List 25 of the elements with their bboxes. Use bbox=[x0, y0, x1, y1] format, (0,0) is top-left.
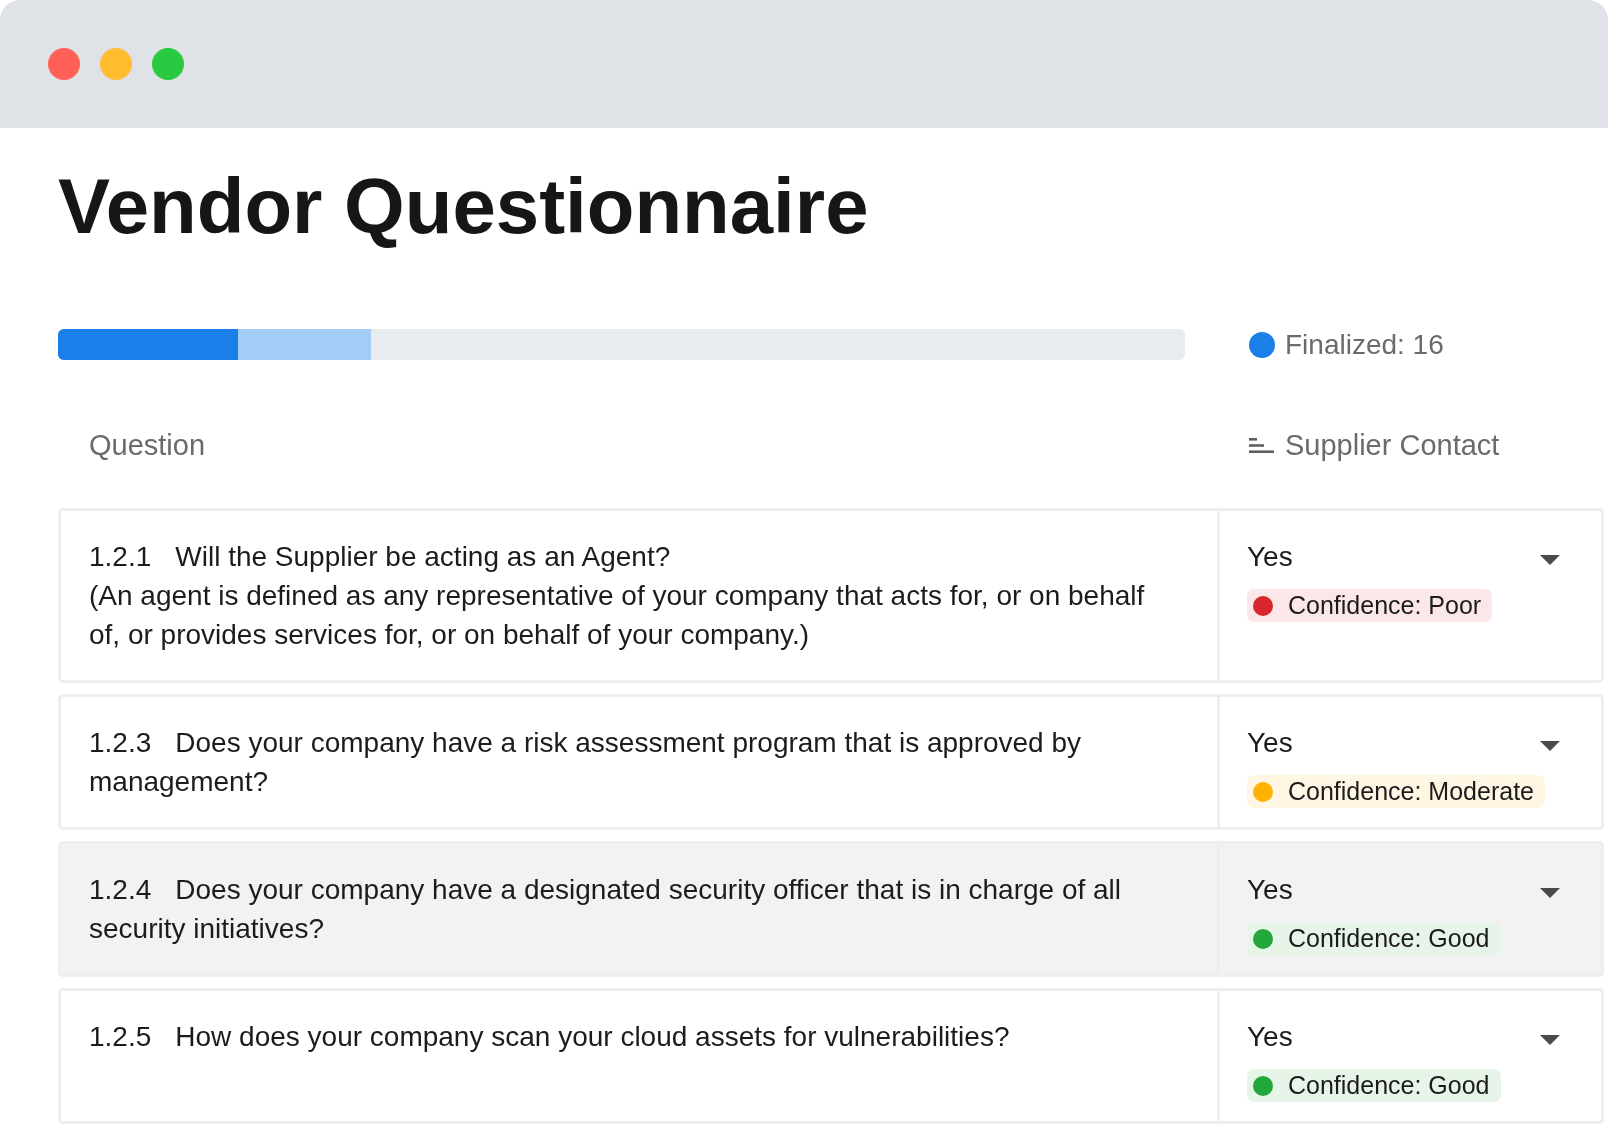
question-note: (An agent is defined as any representative of your company that acts for, or on behalf of, or provides services for, or on behalf of your company.) bbox=[89, 579, 1146, 652]
caret-icon bbox=[1540, 554, 1560, 565]
question-text: 1.2.1 Will the Supplier be acting as an Agent? bbox=[89, 540, 672, 574]
confidence-label: Confidence: Moderate bbox=[1288, 776, 1534, 807]
minimize-button[interactable] bbox=[100, 48, 132, 80]
answer-dropdown[interactable]: Yes bbox=[1247, 1017, 1560, 1056]
question-text: 1.2.3 Does your company have a risk assessment program that is approved by management? bbox=[89, 726, 1083, 799]
legend-label: Finalized: 16 bbox=[1285, 328, 1444, 362]
answer-dropdown[interactable]: Yes bbox=[1247, 537, 1560, 576]
close-button[interactable] bbox=[48, 48, 80, 80]
confidence-label: Confidence: Poor bbox=[1288, 590, 1482, 621]
page-title: Vendor Questionnaire bbox=[58, 161, 869, 252]
confidence-label: Confidence: Good bbox=[1288, 923, 1490, 954]
maximize-button[interactable] bbox=[152, 48, 184, 80]
caret-icon bbox=[1540, 740, 1560, 751]
caret-icon bbox=[1540, 1034, 1560, 1045]
caret-icon bbox=[1540, 887, 1560, 898]
answer-dropdown[interactable]: Yes bbox=[1247, 723, 1560, 762]
question-text: 1.2.5 How does your company scan your cloud assets for vulnerabilities? bbox=[89, 1020, 1011, 1054]
question-text: 1.2.4 Does your company have a designated security officer that is in charge of all security initiatives? bbox=[89, 873, 1123, 946]
column-header: Question bbox=[89, 428, 206, 463]
confidence-label: Confidence: Good bbox=[1288, 1070, 1490, 1101]
answer-dropdown[interactable]: Yes bbox=[1247, 870, 1560, 909]
lines-icon[interactable] bbox=[1249, 438, 1274, 453]
column-header: Supplier Contact bbox=[1285, 428, 1500, 463]
